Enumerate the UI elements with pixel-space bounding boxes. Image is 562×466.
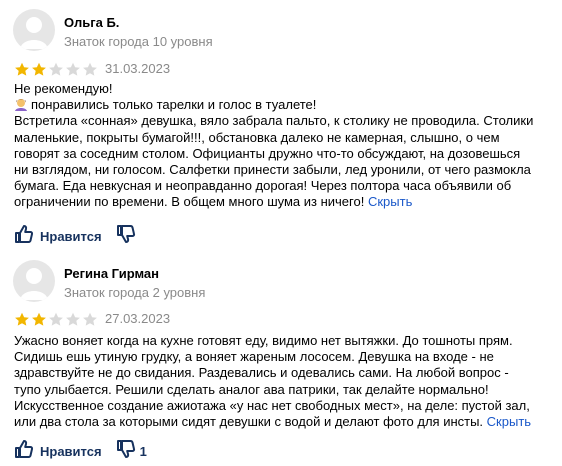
dislike-button[interactable] (116, 224, 140, 249)
review-text-line: Ужасно воняет когда на кухне готовят еду… (14, 333, 513, 348)
thumbs-down-icon (116, 224, 136, 249)
review-text-line: Сидишь ешь утиную грудку, а воняет жарен… (14, 349, 494, 365)
review-text-line: Встретила «сонная» девушка, вяло забрала… (14, 113, 534, 129)
collapse-review-link[interactable]: Скрыть (487, 414, 531, 429)
review-text-line: понравились только тарелки и голос в туа… (14, 97, 544, 113)
like-label: Нравится (40, 443, 102, 459)
star-empty-icon (82, 312, 98, 326)
star-filled-icon (14, 62, 30, 76)
star-filled-icon (14, 312, 30, 326)
star-empty-icon (65, 62, 81, 76)
review-text: Ужасно воняет когда на кухне готовят еду… (14, 333, 544, 430)
review-actions: Нравится (14, 224, 140, 249)
star-empty-icon (82, 62, 98, 76)
review-text-line: ограничении по времени. В общем много шу… (14, 194, 413, 210)
collapse-review-link[interactable]: Скрыть (368, 194, 412, 209)
thumbs-up-icon (14, 439, 34, 464)
review-text-line: здравствуйте не до свидания. Раздевались… (14, 365, 509, 381)
rating-stars (14, 62, 98, 76)
user-avatar[interactable] (13, 260, 55, 302)
review-date: 31.03.2023 (105, 61, 171, 76)
review-text-line: Искусственное создание ажиотажа «у нас н… (14, 397, 530, 413)
like-label: Нравится (40, 228, 102, 244)
like-button[interactable]: Нравится (14, 439, 102, 464)
review-author-name[interactable]: Ольга Б. (64, 15, 119, 30)
review-date: 27.03.2023 (105, 311, 171, 326)
thumbs-up-icon (14, 224, 34, 249)
user-avatar[interactable] (13, 9, 55, 51)
review-author-level: Знаток города 2 уровня (64, 285, 206, 300)
star-filled-icon (31, 62, 47, 76)
dislike-count: 1 (139, 443, 147, 459)
like-button[interactable]: Нравится (14, 224, 102, 249)
review-text-line: говорят за соседним столом. Официанты др… (14, 145, 521, 161)
thumbs-down-icon (116, 439, 136, 464)
review-text-line: маленькие, покрыты бумагой!!!, обстановк… (14, 129, 500, 145)
star-empty-icon (65, 312, 81, 326)
review-author-level: Знаток города 10 уровня (64, 34, 213, 49)
review-author-name[interactable]: Регина Гирман (64, 266, 159, 281)
review-text-line: бумага. Еда невкусная и неоправданно дор… (14, 178, 512, 194)
review-text-line: ни взглядом, ни голосом. Салфетки принес… (14, 162, 531, 178)
review-text-line: Не рекомендую! (14, 81, 113, 96)
star-empty-icon (48, 312, 64, 326)
review-text-line: тупо улыбается. Решили сделать аналог ав… (14, 381, 489, 397)
review-text-line: или два стола за которыми сидят девушки … (14, 414, 532, 430)
star-empty-icon (48, 62, 64, 76)
rating-stars (14, 312, 98, 326)
star-filled-icon (31, 312, 47, 326)
dislike-button[interactable]: 1 (116, 439, 147, 464)
woman-facepalming-emoji-icon (14, 98, 28, 112)
review-text: Не рекомендую! понравились только тарелк… (14, 81, 544, 211)
review-actions: Нравится 1 (14, 439, 147, 464)
